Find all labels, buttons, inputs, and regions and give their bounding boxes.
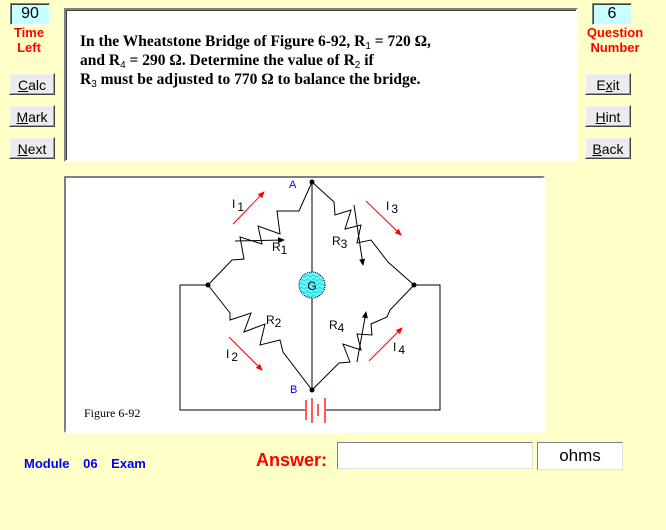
node-b-label: B bbox=[290, 384, 297, 396]
r3-variable-arrow bbox=[353, 204, 366, 266]
resistor-r1 bbox=[207, 181, 313, 286]
resistor-r3 bbox=[311, 181, 415, 286]
label-r2: R2 bbox=[266, 313, 282, 330]
units-label: ohms bbox=[537, 442, 623, 470]
node-left-dot bbox=[205, 282, 211, 288]
outer-wire-left bbox=[179, 284, 305, 411]
label-r3: R3 bbox=[332, 234, 348, 251]
answer-input[interactable] bbox=[337, 442, 533, 469]
node-right-dot bbox=[411, 282, 417, 288]
label-i2: I2 bbox=[226, 347, 238, 364]
r4-variable-arrow bbox=[356, 311, 368, 363]
current-arrow-i4 bbox=[368, 327, 403, 362]
label-i3: I3 bbox=[386, 199, 398, 216]
resistor-r4 bbox=[311, 284, 415, 391]
node-a-dot bbox=[309, 179, 315, 185]
figure-panel: G A B I1 R1 R3 I3 R2 I2 R4 I4 Figure 6-9… bbox=[64, 176, 545, 433]
node-a-label: A bbox=[289, 179, 297, 191]
battery-icon bbox=[305, 398, 326, 423]
galvanometer-label: G bbox=[307, 279, 316, 293]
label-r4: R4 bbox=[329, 318, 345, 335]
label-i4: I4 bbox=[393, 340, 405, 357]
resistor-r2 bbox=[207, 284, 313, 391]
node-b-dot bbox=[309, 387, 315, 393]
label-i1: I1 bbox=[232, 197, 244, 214]
answer-label: Answer: bbox=[256, 450, 328, 470]
label-r1: R1 bbox=[272, 240, 288, 257]
figure-caption: Figure 6-92 bbox=[84, 406, 140, 420]
module-label: Module 06 Exam bbox=[24, 456, 146, 471]
